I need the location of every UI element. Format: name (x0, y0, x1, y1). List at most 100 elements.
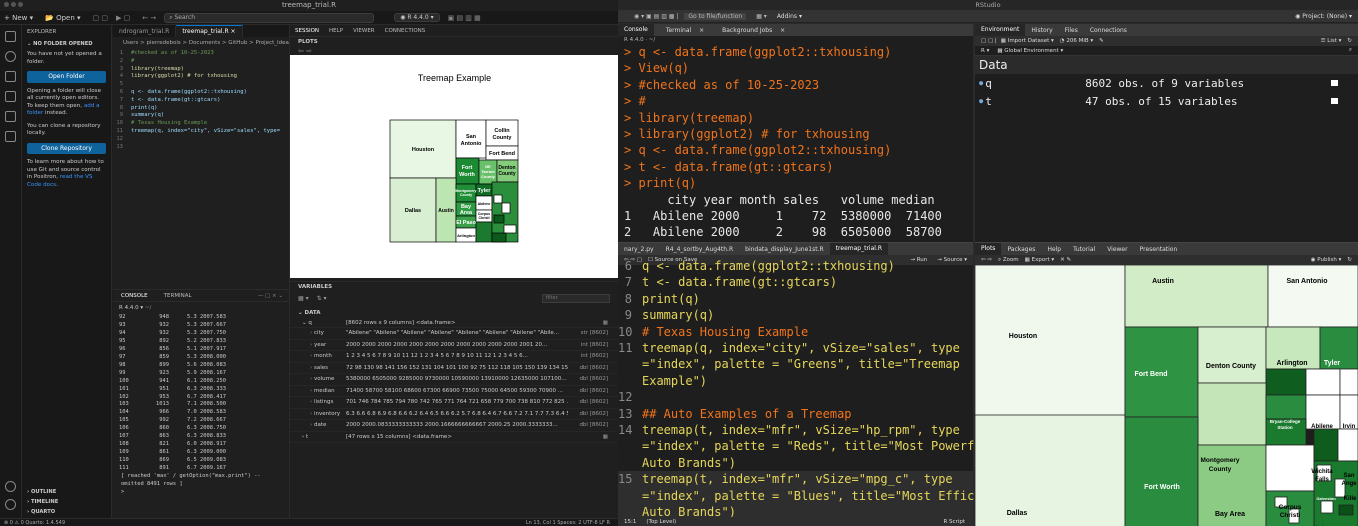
rs-code-line[interactable]: 9 summary(q) (618, 307, 973, 323)
rs-code-line[interactable]: Example") (618, 373, 973, 389)
list-view-selector[interactable]: ☰ List ▾ (1321, 38, 1342, 44)
memory-usage[interactable]: ◔ 206 MiB ▾ (1060, 38, 1093, 44)
refresh-plot-icon[interactable]: ↻ (1347, 257, 1358, 263)
search-box[interactable]: ⌕ Search (164, 12, 375, 23)
rs-code-line[interactable]: 10 # Texas Housing Example (618, 324, 973, 340)
broom-icon[interactable]: ✎ (1099, 38, 1104, 44)
rs-code-editor[interactable]: 6 q <- data.frame(ggplot2::txhousing) 7 t <… (618, 258, 1003, 521)
code-editor[interactable]: 1 #checked as of 10-25-2023 2 #3 library(tre… (113, 49, 289, 151)
q-view-icon[interactable]: ▦ (568, 320, 608, 326)
tab-history[interactable]: History (1025, 27, 1058, 34)
tab-dendrogram[interactable]: ndrogram_trial.R (113, 26, 177, 37)
refresh-icon[interactable]: ↻ (1347, 38, 1358, 44)
tab-rs-viewer[interactable]: Viewer (1101, 246, 1133, 253)
layout-icons[interactable]: ▣ ▤ ▥ ▦ (448, 14, 481, 22)
rs-code-line[interactable]: 6 q <- data.frame(ggplot2::txhousing) (618, 258, 973, 274)
tab-viewer[interactable]: VIEWER (348, 28, 380, 34)
r-version-selector[interactable]: ◉ R 4.4.0 ▾ (394, 13, 440, 22)
tab-presentation[interactable]: Presentation (1134, 246, 1184, 253)
data-explorer-icon[interactable] (5, 131, 16, 142)
rs-code-line[interactable]: ="index", palette = "Greens", title="Tre… (618, 356, 973, 372)
scope-label[interactable]: (Top Level) (646, 519, 676, 525)
var-column-row[interactable]: › volume 5380000 6505000 9285000 9730000 … (290, 374, 618, 386)
var-column-row[interactable]: › city "Abilene" "Abilene" "Abilene" "Abi… (290, 328, 618, 340)
addins-button[interactable]: Addins ▾ (777, 13, 802, 20)
rs-code-line[interactable]: 7 t <- data.frame(gt::gtcars) (618, 274, 973, 290)
breadcrumb[interactable]: Users > pierredebois > Documents > GitHu… (113, 37, 289, 49)
explorer-icon[interactable] (5, 31, 16, 42)
extensions-icon[interactable] (5, 111, 16, 122)
env-row[interactable]: ● t 47 obs. of 15 variables (975, 92, 1358, 110)
tab-files[interactable]: Files (1059, 27, 1084, 34)
tab-plots[interactable]: Plots (975, 243, 1002, 255)
no-folder-section[interactable]: ⌄ NO FOLDER OPENED (27, 41, 106, 49)
code-line[interactable]: 5 (113, 81, 289, 89)
var-column-row[interactable]: › listings 701 746 784 785 794 780 742 76… (290, 397, 618, 409)
export-button[interactable]: ▦ Export ▾ (1025, 257, 1054, 263)
rs-code-line[interactable]: Auto Brands") (618, 455, 973, 471)
console-output[interactable]: 92 948 5.3 2007.583 93 932 5.3 2007.667 94 932 5… (113, 314, 289, 473)
status-left[interactable]: ⊗ 0 ⚠ 0 Quarto: 1.4.549 (0, 520, 65, 526)
tab-rs-background-jobs[interactable]: Background Jobs × (710, 27, 791, 34)
code-line[interactable]: 1 #checked as of 10-25-2023 (113, 50, 289, 58)
tab-nary[interactable]: nary_2.py (618, 246, 660, 253)
play-icon[interactable]: ▶ ▢ (116, 14, 130, 22)
code-line[interactable]: 10 # Texas Housing Example (113, 120, 289, 128)
tab-bindata[interactable]: bindata_display_June1st.R (739, 246, 830, 253)
outline-section[interactable]: › OUTLINE (27, 489, 56, 497)
remove-plot-icon[interactable]: ✕ ✎ (1060, 257, 1071, 263)
view-data-icon[interactable] (1331, 98, 1339, 104)
tab-tutorial[interactable]: Tutorial (1067, 246, 1101, 253)
new-button[interactable]: + New ▾ (4, 14, 33, 22)
code-line[interactable]: 2 # (113, 58, 289, 66)
publish-button[interactable]: ◉ Publish ▾ (1311, 257, 1342, 263)
open-folder-button[interactable]: Open Folder (27, 71, 106, 83)
tab-treemap[interactable]: treemap_trial.R × (176, 25, 243, 37)
tab-rs-console[interactable]: Console (618, 24, 654, 36)
grid-icon-rs[interactable]: ▦ ▾ (756, 13, 767, 20)
rs-code-line[interactable]: ="index", palette = "Blues", title="Most… (618, 487, 1003, 505)
global-env-selector[interactable]: ▦ Global Environment ▾ (997, 48, 1063, 54)
tab-sortby[interactable]: R4_4_sortby_Aug4th.R (660, 246, 740, 253)
timeline-section[interactable]: › TIMELINE (27, 499, 58, 507)
t-view-icon[interactable]: ▦ (568, 434, 608, 440)
source-control-icon[interactable] (5, 71, 16, 82)
toolbar-icons[interactable]: ◉ ▾ ▣ ▤ ▥ ▦ | (634, 13, 678, 20)
env-search-icon[interactable]: ⌕ (1349, 47, 1358, 54)
console-session-bar[interactable]: R 4.4.0 ▾ ~/ (113, 302, 289, 314)
code-line[interactable]: 6 q <- data.frame(ggplot2::txhousing) (113, 89, 289, 97)
tab-terminal[interactable]: TERMINAL (156, 293, 200, 299)
expand-dot-icon[interactable]: ● (975, 97, 985, 105)
code-line[interactable]: 4 library(ggplot2) # for txhousing (113, 73, 289, 81)
tab-rs-connections[interactable]: Connections (1084, 27, 1133, 34)
tab-environment[interactable]: Environment (975, 24, 1026, 36)
open-button[interactable]: 📂 Open ▾ (45, 14, 80, 22)
goto-file-input[interactable]: Go to file/function (684, 12, 747, 20)
code-line[interactable]: 9 summary(q) (113, 112, 289, 120)
tab-rs-help[interactable]: Help (1041, 246, 1067, 253)
account-icon[interactable] (5, 481, 16, 492)
tab-connections[interactable]: CONNECTIONS (380, 28, 431, 34)
code-line[interactable]: 13 (113, 144, 289, 152)
code-line[interactable]: 12 (113, 136, 289, 144)
rs-code-line[interactable]: 12 (618, 389, 973, 405)
rs-code-line[interactable]: 11 treemap(q, index="city", vSize="sales"… (618, 340, 973, 356)
code-line[interactable]: 8 print(q) (113, 105, 289, 113)
console-controls-icon[interactable]: — ▢ × ⌄ (258, 293, 289, 299)
plot-nav-arrows-icon[interactable]: ⇦ ⇨ (290, 47, 618, 55)
rs-code-line[interactable]: 13 ## Auto Examples of a Treemap (618, 406, 973, 422)
expand-dot-icon[interactable]: ● (975, 79, 985, 87)
rs-console-output[interactable]: > q <- data.frame(ggplot2::txhousing) > V… (618, 44, 973, 241)
tab-session[interactable]: SESSION (290, 28, 324, 34)
settings-gear-icon[interactable] (5, 499, 16, 510)
nav-arrows-icon[interactable]: ← → (142, 14, 156, 22)
rs-code-line[interactable]: 8 print(q) (618, 291, 973, 307)
search-activity-icon[interactable] (5, 51, 16, 62)
status-right[interactable]: Ln 13, Col 1 Spaces: 2 UTF-8 LF R (526, 520, 618, 526)
clone-repository-button[interactable]: Clone Repository (27, 142, 106, 154)
tab-help[interactable]: HELP (324, 28, 348, 34)
var-column-row[interactable]: › date 2000 2000.0833333333333 2000.16666… (290, 420, 618, 432)
import-dataset-button[interactable]: ▦ Import Dataset ▾ (1001, 38, 1054, 44)
var-column-row[interactable]: › sales 72 98 130 98 141 156 152 131 104 … (290, 363, 618, 374)
zoom-button[interactable]: ⌕ Zoom (998, 257, 1019, 264)
